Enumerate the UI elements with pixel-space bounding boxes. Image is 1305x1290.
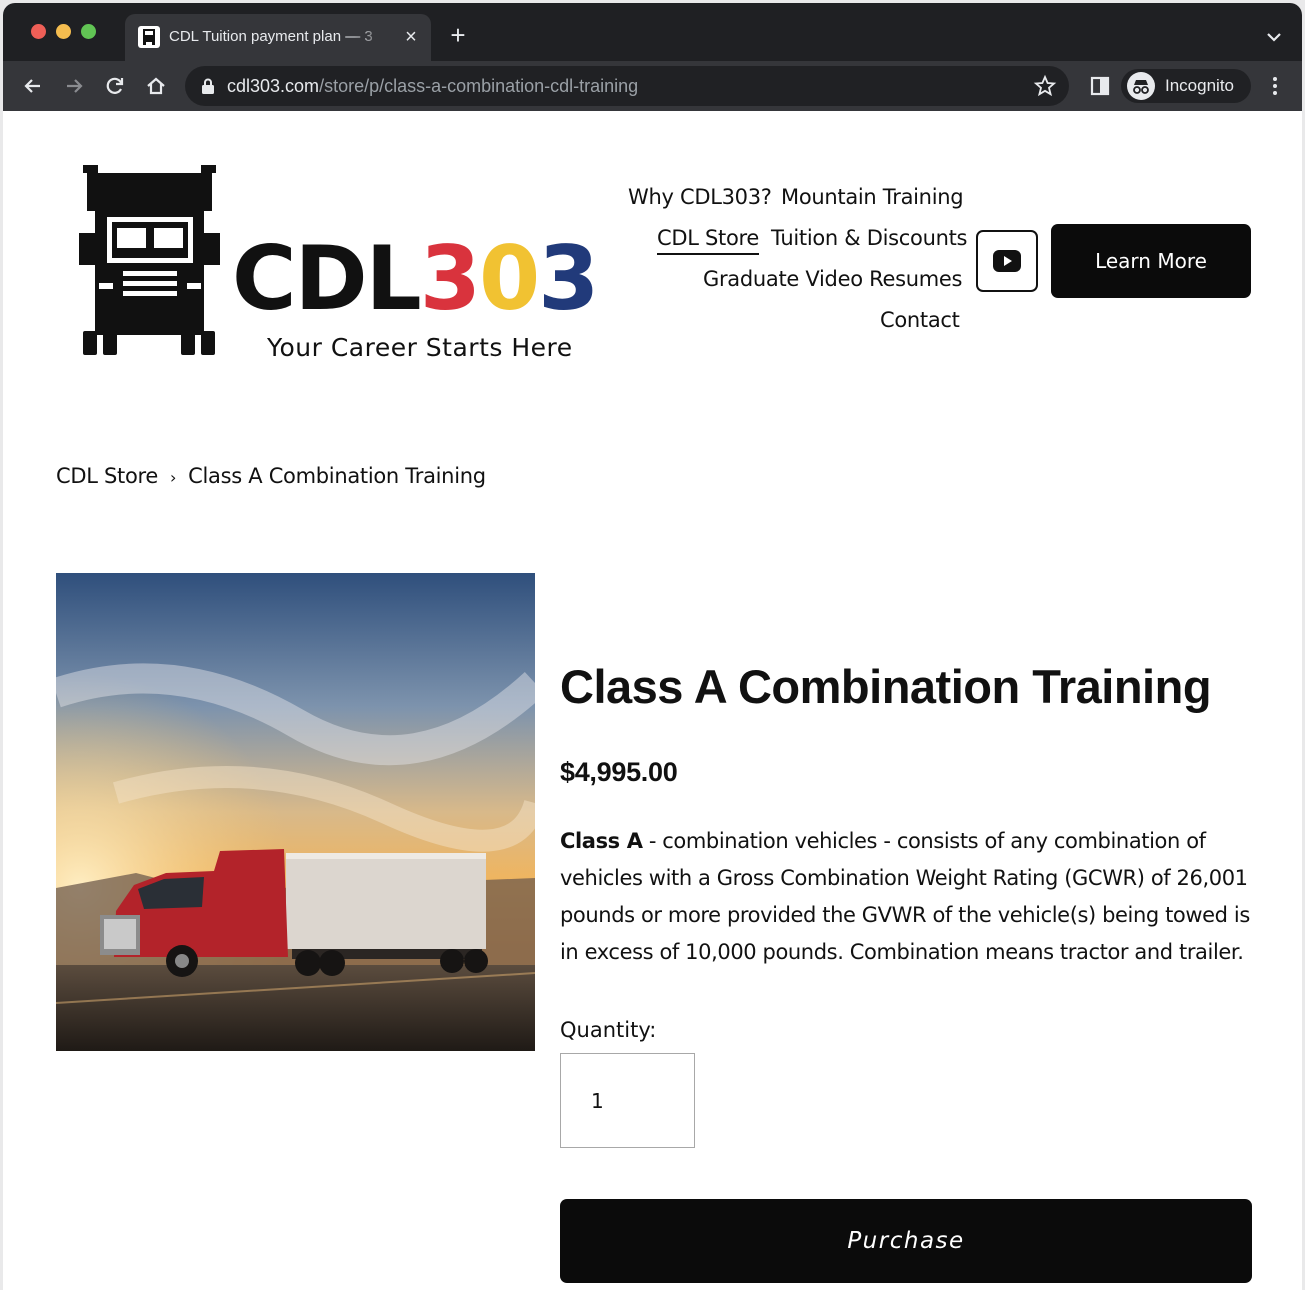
youtube-button[interactable] xyxy=(976,230,1038,292)
menu-icon[interactable] xyxy=(1262,73,1288,99)
browser-toolbar: cdl303.com/store/p/class-a-combination-c… xyxy=(3,61,1302,111)
quantity-label: Quantity: xyxy=(560,1018,657,1042)
browser-window: CDL Tuition payment plan — 3 × + cdl303.… xyxy=(3,3,1302,1290)
logo-wordmark: CDL303 xyxy=(232,227,599,330)
breadcrumb: CDL Store › Class A Combination Training xyxy=(56,464,486,488)
tab-title: CDL Tuition payment plan — 3 xyxy=(169,28,373,45)
quantity-input[interactable] xyxy=(560,1053,695,1148)
back-icon[interactable] xyxy=(20,73,46,99)
web-page: CDL303 Your Career Starts Here Why CDL30… xyxy=(3,111,1302,1290)
nav-tuition-discounts[interactable]: Tuition & Discounts xyxy=(771,226,967,250)
profile-label: Incognito xyxy=(1165,76,1234,95)
breadcrumb-separator: › xyxy=(170,468,177,487)
incognito-icon xyxy=(1127,72,1155,100)
cdl303-favicon-icon xyxy=(138,26,160,48)
youtube-icon xyxy=(993,250,1021,272)
tab-close-icon[interactable]: × xyxy=(399,25,423,49)
reload-icon[interactable] xyxy=(102,73,128,99)
close-window-button[interactable] xyxy=(31,24,46,39)
forward-icon[interactable] xyxy=(61,73,87,99)
browser-tab[interactable]: CDL Tuition payment plan — 3 × xyxy=(125,14,431,61)
logo-tagline: Your Career Starts Here xyxy=(267,333,573,362)
site-logo[interactable]: CDL303 Your Career Starts Here xyxy=(77,163,599,368)
description-text: - combination vehicles - consists of any… xyxy=(560,829,1250,964)
minimize-window-button[interactable] xyxy=(56,24,71,39)
url-text[interactable]: cdl303.com/store/p/class-a-combination-c… xyxy=(227,76,638,97)
nav-cdl-store[interactable]: CDL Store xyxy=(657,226,759,255)
star-icon[interactable] xyxy=(1033,74,1057,98)
address-bar[interactable]: cdl303.com/store/p/class-a-combination-c… xyxy=(185,66,1069,106)
nav-mountain-training[interactable]: Mountain Training xyxy=(781,185,964,209)
product-image[interactable] xyxy=(56,573,535,1051)
product-price: $4,995.00 xyxy=(560,757,678,787)
learn-more-button[interactable]: Learn More xyxy=(1051,224,1251,298)
description-class-label: Class A xyxy=(560,829,643,853)
breadcrumb-current: Class A Combination Training xyxy=(188,464,486,488)
new-tab-button[interactable]: + xyxy=(444,21,472,49)
lock-icon[interactable] xyxy=(201,78,215,94)
home-icon[interactable] xyxy=(143,73,169,99)
tab-bar: CDL Tuition payment plan — 3 × + xyxy=(3,3,1302,61)
breadcrumb-cdl-store[interactable]: CDL Store xyxy=(56,464,158,488)
truck-logo-icon xyxy=(79,165,220,355)
tab-search-icon[interactable] xyxy=(1261,24,1287,50)
nav-contact[interactable]: Contact xyxy=(880,308,960,332)
nav-graduate-video-resumes[interactable]: Graduate Video Resumes xyxy=(703,267,962,291)
maximize-window-button[interactable] xyxy=(81,24,96,39)
product-title: Class A Combination Training xyxy=(560,660,1212,713)
nav-why-cdl303[interactable]: Why CDL303? xyxy=(628,185,772,209)
purchase-button[interactable]: Purchase xyxy=(560,1199,1252,1283)
side-panel-icon[interactable] xyxy=(1087,73,1113,99)
product-description: Class A - combination vehicles - consist… xyxy=(560,823,1260,971)
profile-button[interactable]: Incognito xyxy=(1121,69,1251,103)
